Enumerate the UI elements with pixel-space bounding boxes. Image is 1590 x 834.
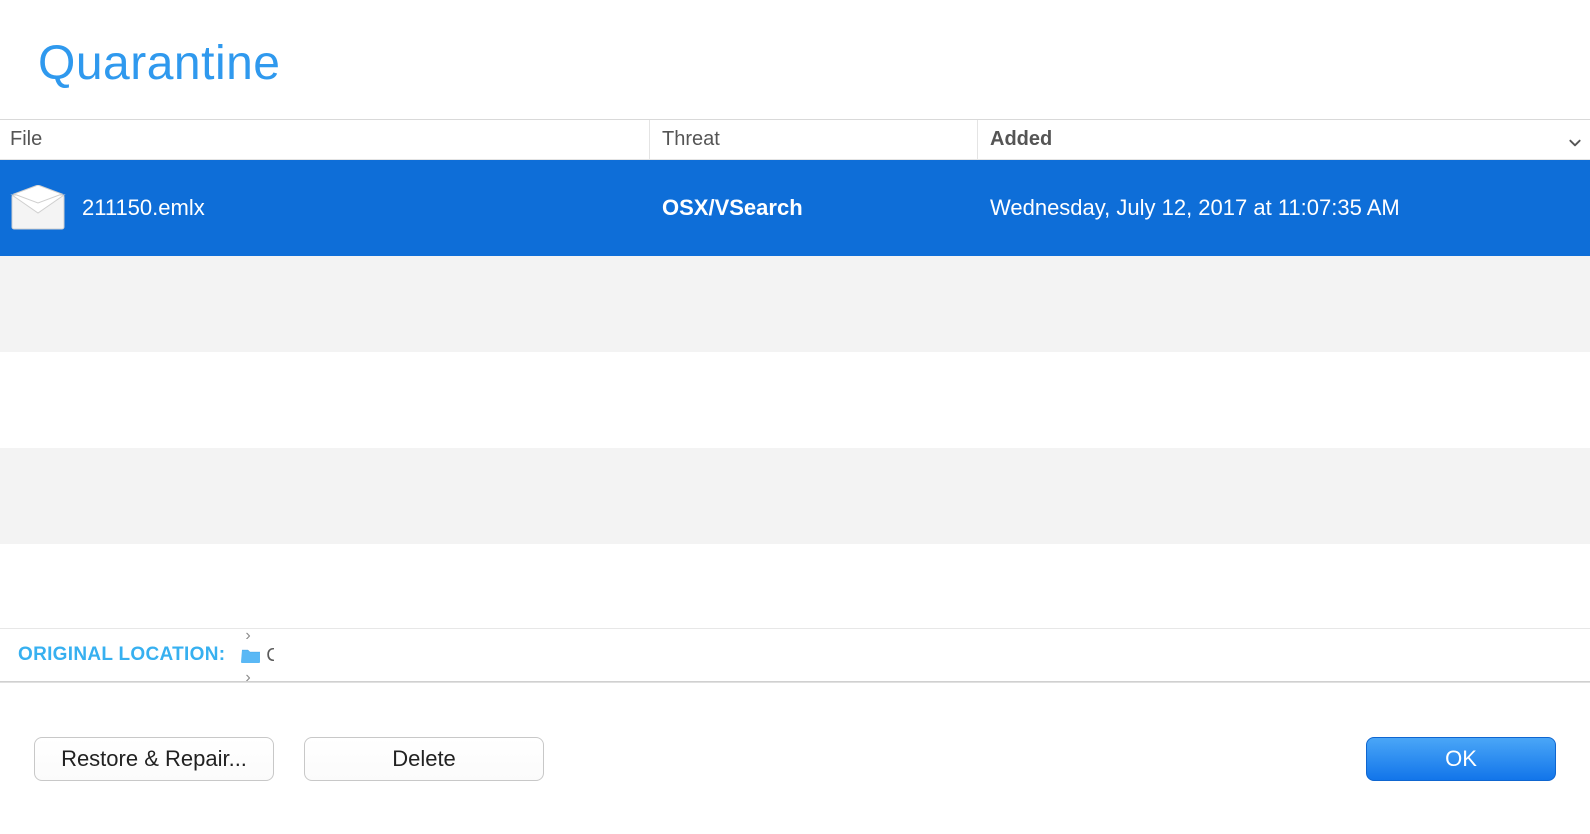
column-header-threat[interactable]: Threat — [650, 120, 978, 159]
column-header-file[interactable]: File — [0, 120, 650, 159]
threat-name: OSX/VSearch — [650, 195, 978, 221]
empty-row — [0, 256, 1590, 352]
empty-row — [0, 448, 1590, 544]
chevron-right-icon: › — [241, 628, 254, 644]
chevron-right-icon: › — [241, 669, 254, 683]
delete-button[interactable]: Delete — [304, 737, 544, 781]
empty-row — [0, 352, 1590, 448]
original-location-label: ORIGINAL LOCATION: — [18, 644, 225, 666]
added-date: Wednesday, July 12, 2017 at 11:07:35 AM — [978, 195, 1590, 221]
empty-row — [0, 544, 1590, 640]
table-row[interactable]: 211150.emlx OSX/VSearch Wednesday, July … — [0, 160, 1590, 256]
column-header-added[interactable]: Added — [978, 120, 1590, 159]
folder-icon — [241, 647, 261, 663]
table-header: File Threat Added — [0, 120, 1590, 160]
original-location-bar: ORIGINAL LOCATION: justin›L›M›V›B›S›C›D›… — [0, 628, 1590, 682]
footer-buttons: Restore & Repair... Delete OK — [0, 682, 1590, 834]
quarantine-table: File Threat Added 211150.emlx OSX/VSearc… — [0, 119, 1590, 640]
ok-button[interactable]: OK — [1366, 737, 1556, 781]
mail-icon — [10, 185, 66, 231]
file-name: 211150.emlx — [82, 195, 205, 221]
path-crumb[interactable]: C — [241, 645, 366, 666]
page-title: Quarantine — [38, 36, 1590, 91]
chevron-down-icon[interactable] — [1568, 133, 1582, 147]
restore-repair-button[interactable]: Restore & Repair... — [34, 737, 274, 781]
